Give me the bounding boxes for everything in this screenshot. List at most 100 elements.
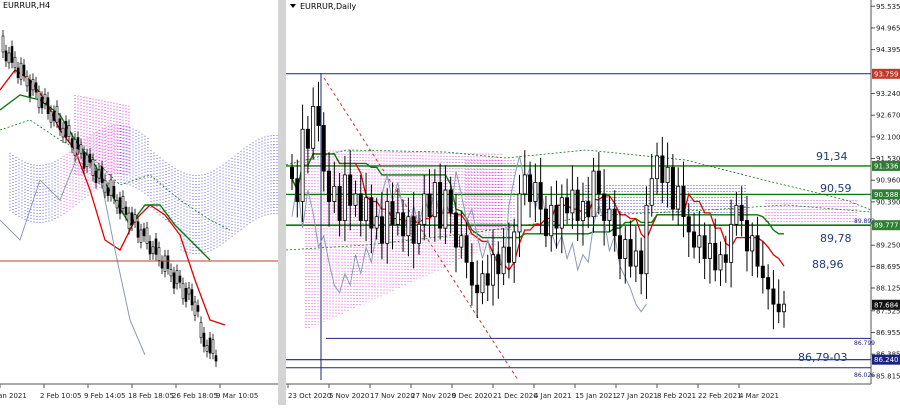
h4-candle [79,144,83,154]
h4-candle [73,138,77,156]
h4-candle [106,187,110,196]
h4-candle [94,170,98,183]
h4-chart[interactable]: EURRUR,H4 Jan 2021 2 Feb 10:059 Feb 14:05… [0,0,278,405]
candle [781,303,786,313]
h4-candle [127,212,131,229]
candle [533,182,538,202]
h4-candle [175,270,179,284]
x-tick-label: 9 Dec 2020 [452,392,492,400]
y-tick-label: 89.250 [876,242,900,250]
candle [406,216,411,237]
candle [591,170,596,218]
candle [670,166,675,210]
candle [501,246,506,275]
daily-chart-pane[interactable]: EURRUR,Daily 91,34 90,59 89,78 88,96 86,… [285,0,900,405]
price-tag-label: 93.759 [874,70,899,78]
candle [480,273,485,294]
candle [364,197,369,221]
candle [766,277,771,290]
candle [332,185,337,202]
h4-candle [124,206,128,215]
candle [491,254,496,286]
candle [517,193,522,233]
candle [559,197,564,229]
h4-x-tick-label: 2 Feb 10:05 [40,392,81,400]
candle [644,204,649,275]
h4-candle [214,355,218,362]
h4-candle [205,345,209,352]
candle [295,178,300,202]
daily-chart[interactable]: EURRUR,Daily 91,34 90,59 89,78 88,96 86,… [285,0,900,405]
h4-candle [187,287,191,295]
candle [422,193,427,225]
candle [411,216,416,244]
y-tick-label: 95.535 [876,3,900,11]
h4-candle [121,195,125,209]
y-tick-label: 90.960 [876,177,900,185]
candle [522,174,527,195]
h4-candle [28,80,32,97]
candle [739,204,744,221]
candle [612,208,617,237]
candle [512,231,517,263]
h4-candle [139,229,143,243]
h4-candle [154,238,158,255]
candle [543,208,548,237]
candle [401,212,406,237]
candle [311,106,316,149]
annotation-90-59: 90,59 [820,182,852,195]
candle [639,250,644,275]
candle [506,246,511,263]
h4-candle [112,185,116,199]
candle [734,204,739,225]
y-tick-label: 92.100 [876,133,900,141]
candle [755,235,760,267]
candle [353,193,358,206]
candle [395,212,400,225]
h4-candle [196,305,200,312]
candle [369,197,374,229]
candle [305,128,310,149]
h4-candle [19,62,23,80]
candle [453,212,458,248]
h4-candle [25,76,29,87]
h4-candle [136,221,140,238]
h4-candle [46,97,50,114]
x-tick-label: 21 Dec 2020 [493,392,538,400]
y-tick-label: 88.125 [876,285,900,293]
h4-candle [208,337,212,354]
y-tick-label: 85.815 [876,372,900,380]
h4-candle [193,301,197,316]
pane-divider[interactable] [278,0,286,405]
candle [390,201,395,225]
candle [707,242,712,259]
h4-candle [145,227,149,244]
h4-candle [133,214,137,223]
x-tick-label: 27 Nov 2020 [411,392,456,400]
h4-candle [100,166,104,183]
candle [771,288,776,305]
h4-candle [172,272,176,289]
candle [702,235,707,259]
h4-candle [211,339,215,354]
candle [337,185,342,221]
candle [416,223,421,244]
h4-candle [151,246,155,255]
h4-chart-pane[interactable]: EURRUR,H4 Jan 2021 2 Feb 10:059 Feb 14:05… [0,0,278,405]
candle [438,182,443,229]
candle [358,193,363,221]
x-tick-label: 4 Mar 2021 [739,392,779,400]
y-tick-label: 90.390 [876,198,900,206]
h4-x-tick-label: 9 Mar 10:05 [216,392,258,400]
annotation-86-79-03: 86,79-03 [798,351,847,364]
x-tick-label: 27 Jan 2021 [616,392,658,400]
h4-candle [160,261,164,269]
candle [538,182,543,210]
candle [713,242,718,271]
price-tag-label: 86.240 [874,356,899,364]
candle [496,254,501,275]
daily-chart-title: EURRUR,Daily [300,2,356,11]
candle [729,223,734,263]
candle [300,128,305,202]
candle [554,204,559,229]
